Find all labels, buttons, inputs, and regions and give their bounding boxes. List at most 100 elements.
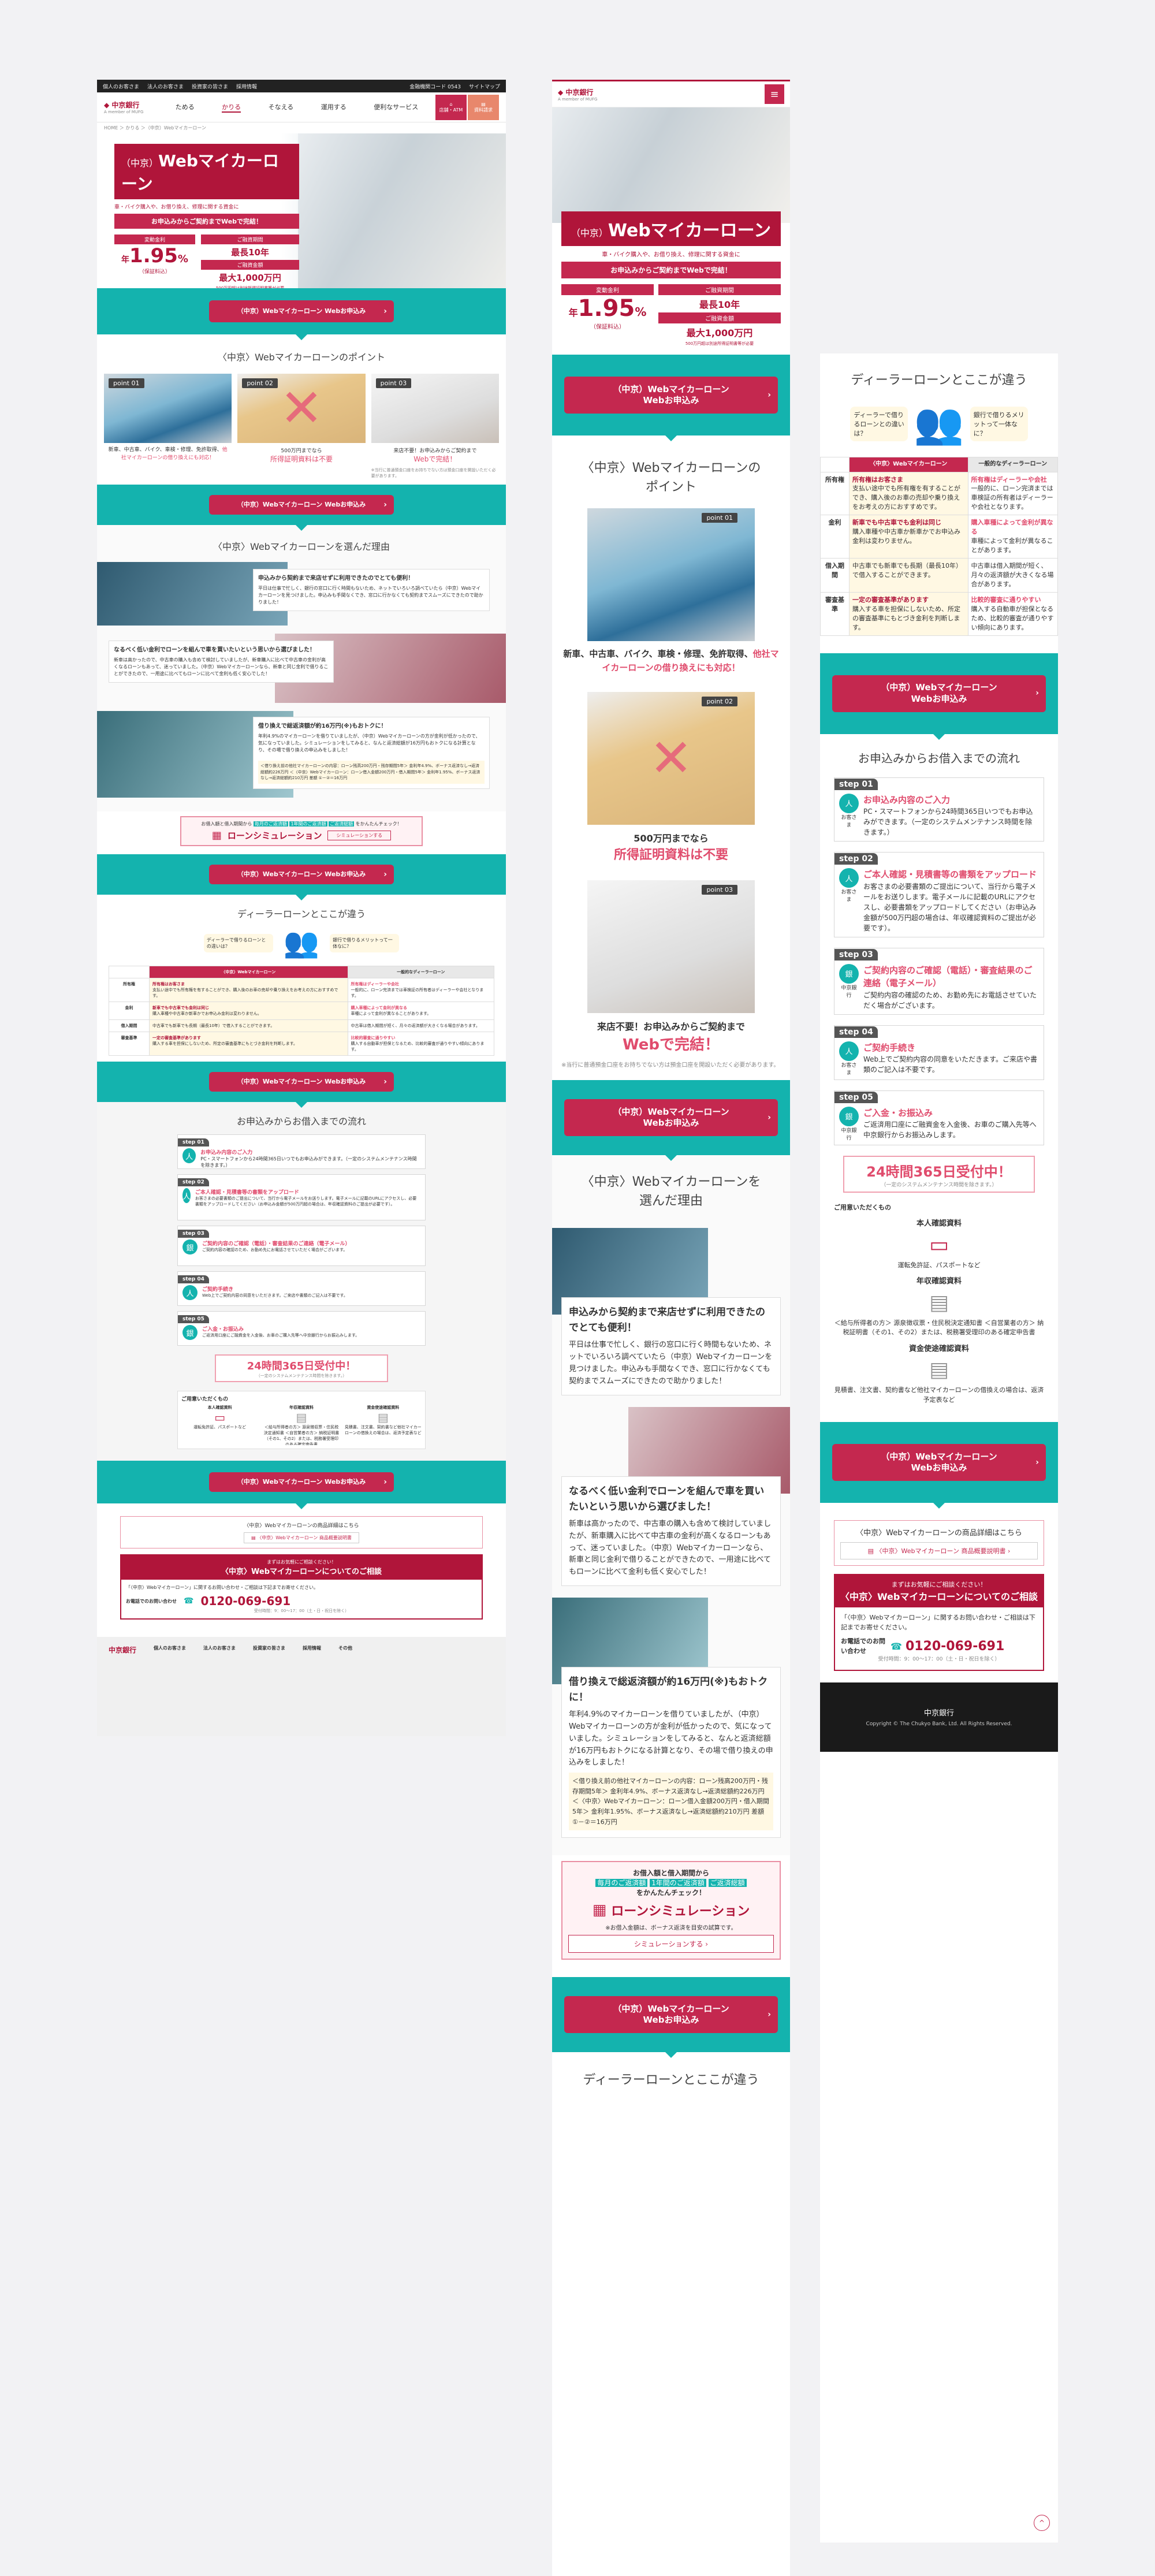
mobile-header: ◆ 中京銀行 A member of MUFG ≡: [552, 80, 790, 107]
nav-sonaeru[interactable]: そなえる: [269, 102, 294, 113]
hero-title-band: （中京）Webマイカーローン: [114, 144, 299, 199]
phone-number[interactable]: 0120-069-691: [906, 1637, 1004, 1656]
simulate-button[interactable]: シミュレーションする ›: [568, 1935, 774, 1953]
apply-button[interactable]: （中京）Webマイカーローン Webお申込み ›: [209, 865, 394, 884]
flow-step-2: step 02 人ご本人確認・見積書等の書類をアップロード お客さまの必要書類のご提…: [177, 1174, 426, 1220]
person-icon: 人: [182, 1285, 198, 1300]
mobile-flow-step-1: step 01 人お客さま お申込み内容のご入力 PC・スマートフォンから24時間36…: [834, 777, 1044, 842]
logo-mark-icon: ◆: [558, 88, 564, 96]
bank-code: 金融機関コード 0543: [409, 84, 461, 90]
mobile-flow-step-3: step 03 銀中京銀行 ご契約内容のご確認（電話）・審査結果のご連絡（電子メール…: [834, 947, 1044, 1015]
util-link-corporate[interactable]: 法人のお客さま: [147, 83, 184, 90]
logo-mark-icon: ◆: [104, 101, 110, 109]
point-photo-phone: point 03: [371, 374, 499, 443]
mobile-hero-photo: [552, 107, 790, 223]
arrow-right-icon: ›: [383, 306, 387, 316]
util-link-personal[interactable]: 個人のお客さま: [103, 83, 139, 90]
people-silhouette-icon: 👥: [914, 400, 964, 447]
mobile-reasons: 〈中京〉Webマイカーローンを 選んだ理由 申込みから契約まで来店せずに利用できた…: [552, 1155, 790, 1856]
phone-number[interactable]: 0120-069-691: [200, 1594, 290, 1608]
hero: （中京）Webマイカーローン 車・バイク購入や、お借り換え、修理に関する資金に …: [97, 133, 506, 291]
mobile-page-bottom: ディーラーローンとここが違う ディーラーで借りるローンとの違いは？ 👥 銀行で借…: [820, 353, 1058, 2543]
flow-step-5: step 05 銀ご入金・お振込み ご返済用口座にご融資金を入金後、お車のご購入先等…: [177, 1311, 426, 1346]
people-silhouette-icon: 👥: [283, 926, 320, 959]
nav-service[interactable]: 便利なサービス: [374, 102, 418, 113]
rate-box: 変動金利 年1.95% （保証料込）: [114, 234, 195, 291]
hours-banner: 24時間365日受付中！ （一定のシステムメンテナンス時間を除きます。）: [215, 1354, 388, 1382]
apply-button[interactable]: （中京）Webマイカーローン Webお申込み ›: [564, 1996, 778, 2034]
document-icon: ▤: [929, 1290, 949, 1315]
compare-section: ディーラーローンとここが違う ディーラーで借りるローンとの違いは？ 👥 銀行で借…: [97, 895, 506, 1062]
sitemap-link[interactable]: サイトマップ: [469, 83, 500, 90]
menu-icon[interactable]: ≡: [765, 84, 784, 104]
hero-photo: [298, 133, 506, 288]
apply-button[interactable]: （中京）Webマイカーローン Webお申込み ›: [564, 1099, 778, 1136]
document-icon: ▤: [377, 1410, 389, 1424]
hero-lead: お申込みからご契約までWebで完結！: [114, 214, 299, 229]
page-top-icon[interactable]: ^: [1034, 2515, 1050, 2531]
mobile-flow-step-2: step 02 人お客さま ご本人確認・見積書等の書類をアップロード お客さまの必要書…: [834, 852, 1044, 937]
mobile-compare-table: 〈中京〉Webマイカーローン 一般的なディーラーローン 所有権 所有権はお客さま 支払…: [820, 457, 1058, 636]
desktop-page: 個人のお客さま 法人のお客さま 投資家の皆さま 採用情報 金融機関コード 054…: [97, 80, 506, 1736]
point-card: point 02 500万円までなら所得証明資料は不要: [237, 374, 366, 479]
compare-table: 〈中京〉Webマイカーローン 一般的なディーラーローン 所有権 所有権はお客さま 支払…: [109, 966, 495, 1056]
point-card: point 01 新車、中古車、バイク、車検・修理、免許取得、他社マイカーローン…: [104, 374, 232, 479]
amount-value: 最大1,000万円: [219, 273, 281, 283]
points-section: 〈中京〉Webマイカーローンのポイント point 01 新車、中古車、バイク、…: [97, 334, 506, 485]
logo[interactable]: ◆ 中京銀行 A member of MUFG: [558, 87, 765, 102]
free-dial-icon: ☎: [184, 1596, 194, 1606]
store-atm-button[interactable]: ⌂ 店舗・ATM: [435, 94, 467, 120]
reason-card-3: 借り換えで総返済額が約16万円(※)もおトクに！ 年利4.9%のマイカーローンを…: [561, 1666, 781, 1838]
nav-unyou[interactable]: 運用する: [321, 102, 346, 113]
map-pin-icon: ⌂: [449, 101, 453, 107]
cta-band-3: （中京）Webマイカーローン Webお申込み ›: [97, 854, 506, 900]
id-card-icon: ▭: [929, 1233, 949, 1257]
person-icon: 人: [182, 1188, 191, 1203]
apply-button[interactable]: （中京）Webマイカーローン Webお申込み ›: [209, 1472, 394, 1492]
apply-button[interactable]: （中京）Webマイカーローン Webお申込み ›: [209, 1072, 394, 1092]
apply-button[interactable]: （中京）Webマイカーローン Webお申込み ›: [832, 675, 1046, 712]
nav-kariru[interactable]: かりる: [222, 102, 241, 113]
mobile-cta-band-1: （中京）Webマイカーローン Webお申込み ›: [552, 355, 790, 441]
mobile-cta-band-3: （中京）Webマイカーローン Webお申込み ›: [552, 1977, 790, 2058]
arrow-right-icon: ›: [767, 2010, 771, 2020]
breadcrumb: HOME ＞ かりる ＞（中京）Webマイカーローン: [104, 125, 206, 131]
person-icon: 人: [839, 793, 859, 813]
flow-section: お申込みからお借入までの流れ step 01 人お申込み内容のご入力 PC・スマート…: [97, 1102, 506, 1461]
reason-card-2: なるべく低い金利でローンを組んで車を買いたいという思いから選びました！ 新車は高…: [561, 1476, 781, 1586]
mobile-cta-band-4: （中京）Webマイカーローン Webお申込み ›: [820, 653, 1058, 740]
apply-button[interactable]: （中京）Webマイカーローン Webお申込み ›: [209, 495, 394, 515]
arrow-right-icon: ›: [767, 390, 771, 400]
reason-card-1: 申込みから契約まで来店せずに利用できたのでとても便利！ 平日は仕事で忙しく、銀行…: [561, 1297, 781, 1395]
term-value: 最長10年: [231, 247, 269, 258]
document-icon: ▤: [481, 101, 486, 107]
apply-button[interactable]: （中京）Webマイカーローン Webお申込み ›: [564, 377, 778, 414]
calculator-icon: ▦: [211, 829, 222, 842]
cta-band-2: （中京）Webマイカーローン Webお申込み ›: [97, 485, 506, 531]
product-doc-button[interactable]: ▤ 〈中京〉Webマイカーローン 商品概要説明書 ›: [840, 1542, 1038, 1560]
request-docs-button[interactable]: ▤ 資料請求: [468, 94, 499, 120]
util-bar: 個人のお客さま 法人のお客さま 投資家の皆さま 採用情報 金融機関コード 054…: [97, 80, 506, 92]
point-photo-envelope: point 02: [237, 374, 366, 443]
arrow-right-icon: ›: [1035, 1457, 1039, 1467]
flow-step-3: step 03 銀ご契約内容のご確認（電話）・審査結果のご連絡（電子メール） ご契約…: [177, 1226, 426, 1266]
docs-box: ご用意いただくもの 本人確認資料 ▭ 運転免許証、パスポートなど 年収確認資料 ▤ ＜給…: [177, 1391, 426, 1449]
apply-button[interactable]: （中京）Webマイカーローン Webお申込み ›: [209, 300, 394, 322]
util-link-recruit[interactable]: 採用情報: [236, 83, 257, 90]
arrow-right-icon: ›: [767, 1112, 771, 1122]
nav-tameru[interactable]: ためる: [176, 102, 195, 113]
logo[interactable]: ◆ 中京銀行 A member of MUFG: [104, 100, 162, 114]
util-link-investor[interactable]: 投資家の皆さま: [192, 83, 228, 90]
mobile-simulation-banner[interactable]: お借入額と借入期間から 毎月のご返済額 1年間のご返済額 ご返済総額 をかんたん…: [561, 1861, 781, 1960]
points-title: 〈中京〉Webマイカーローンのポイント: [217, 352, 386, 363]
bank-icon: 銀: [839, 963, 859, 984]
footer-links: 中京銀行 個人のお客さま 法人のお客さま 投資家の皆さま 採用情報 その他: [97, 1637, 506, 1736]
mobile-docs: ご用意いただくもの 本人確認資料 ▭ 運転免許証、パスポートなど 年収確認資料 …: [834, 1203, 1044, 1404]
simulation-banner[interactable]: お借入額と借入期間から 毎月のご返済額 1年間のご返済額 ご返済総額 をかんたん…: [180, 816, 423, 846]
product-doc-button[interactable]: ▤ 〈中京〉Webマイカーローン 商品概要説明書: [244, 1532, 359, 1543]
mobile-page-top: ◆ 中京銀行 A member of MUFG ≡ （中京）Webマイカーローン …: [552, 80, 790, 2576]
id-card-icon: ▭: [214, 1410, 226, 1424]
mobile-consult-box: まずはお気軽にご相談ください！ 〈中京〉Webマイカーローンについてのご相談 「…: [834, 1574, 1044, 1671]
apply-button[interactable]: （中京）Webマイカーローン Webお申込み ›: [832, 1444, 1046, 1481]
simulate-button[interactable]: シミュレーションする: [327, 831, 392, 840]
